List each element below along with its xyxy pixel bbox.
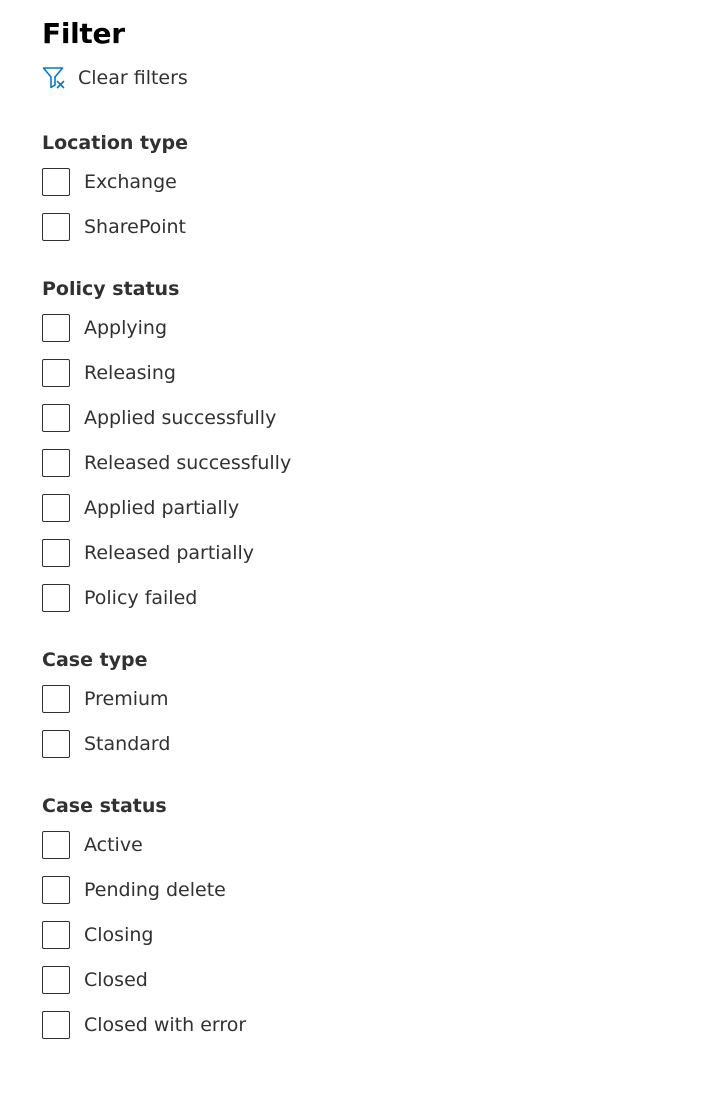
checkbox-box[interactable]	[42, 359, 70, 387]
checkbox-label: Active	[84, 834, 143, 856]
checkbox-label: Applying	[84, 317, 168, 339]
checkbox-label: Policy failed	[84, 587, 198, 609]
filter-panel: Filter Clear filters Location type Excha…	[0, 0, 716, 1040]
section-title-case-status: Case status	[42, 795, 167, 817]
section-title-policy-status: Policy status	[42, 278, 180, 300]
checkbox-label: Releasing	[84, 362, 176, 384]
checkbox-label: Closed with error	[84, 1014, 247, 1036]
checkbox-released-successfully[interactable]: Released successfully	[42, 448, 716, 478]
checkbox-label: Standard	[84, 733, 171, 755]
checkbox-box[interactable]	[42, 685, 70, 713]
checkbox-premium[interactable]: Premium	[42, 684, 716, 714]
checkbox-exchange[interactable]: Exchange	[42, 167, 716, 197]
clear-filters-label: Clear filters	[78, 67, 188, 89]
checkbox-label: Closed	[84, 969, 148, 991]
checkbox-box[interactable]	[42, 314, 70, 342]
checkbox-closed-with-error[interactable]: Closed with error	[42, 1010, 716, 1040]
checkbox-closed[interactable]: Closed	[42, 965, 716, 995]
section-case-status: Case status Active Pending delete Closin…	[42, 790, 716, 1040]
filter-clear-icon	[42, 66, 68, 90]
clear-filters-button[interactable]: Clear filters	[42, 60, 188, 96]
section-policy-status: Policy status Applying Releasing Applied…	[42, 273, 716, 613]
checkbox-label: Released successfully	[84, 452, 292, 474]
section-title-location-type: Location type	[42, 132, 188, 154]
checkbox-label: Premium	[84, 688, 169, 710]
checkbox-box[interactable]	[42, 1011, 70, 1039]
checkbox-box[interactable]	[42, 168, 70, 196]
checkbox-sharepoint[interactable]: SharePoint	[42, 212, 716, 242]
checkbox-standard[interactable]: Standard	[42, 729, 716, 759]
checkbox-label: Released partially	[84, 542, 255, 564]
checkbox-box[interactable]	[42, 876, 70, 904]
section-title-case-type: Case type	[42, 649, 148, 671]
checkbox-label: Closing	[84, 924, 154, 946]
checkbox-label: Applied partially	[84, 497, 240, 519]
section-case-type: Case type Premium Standard	[42, 644, 716, 759]
checkbox-policy-failed[interactable]: Policy failed	[42, 583, 716, 613]
checkbox-box[interactable]	[42, 404, 70, 432]
checkbox-box[interactable]	[42, 831, 70, 859]
checkbox-box[interactable]	[42, 921, 70, 949]
checkbox-pending-delete[interactable]: Pending delete	[42, 875, 716, 905]
section-location-type: Location type Exchange SharePoint	[42, 127, 716, 242]
checkbox-box[interactable]	[42, 539, 70, 567]
checkbox-closing[interactable]: Closing	[42, 920, 716, 950]
checkbox-box[interactable]	[42, 494, 70, 522]
checkbox-label: SharePoint	[84, 216, 187, 238]
checkbox-box[interactable]	[42, 213, 70, 241]
checkbox-label: Pending delete	[84, 879, 226, 901]
panel-title: Filter	[42, 17, 125, 50]
checkbox-box[interactable]	[42, 966, 70, 994]
checkbox-applied-partially[interactable]: Applied partially	[42, 493, 716, 523]
checkbox-box[interactable]	[42, 449, 70, 477]
checkbox-box[interactable]	[42, 584, 70, 612]
checkbox-applying[interactable]: Applying	[42, 313, 716, 343]
checkbox-applied-successfully[interactable]: Applied successfully	[42, 403, 716, 433]
checkbox-label: Exchange	[84, 171, 177, 193]
checkbox-label: Applied successfully	[84, 407, 277, 429]
checkbox-box[interactable]	[42, 730, 70, 758]
checkbox-released-partially[interactable]: Released partially	[42, 538, 716, 568]
checkbox-releasing[interactable]: Releasing	[42, 358, 716, 388]
checkbox-active[interactable]: Active	[42, 830, 716, 860]
